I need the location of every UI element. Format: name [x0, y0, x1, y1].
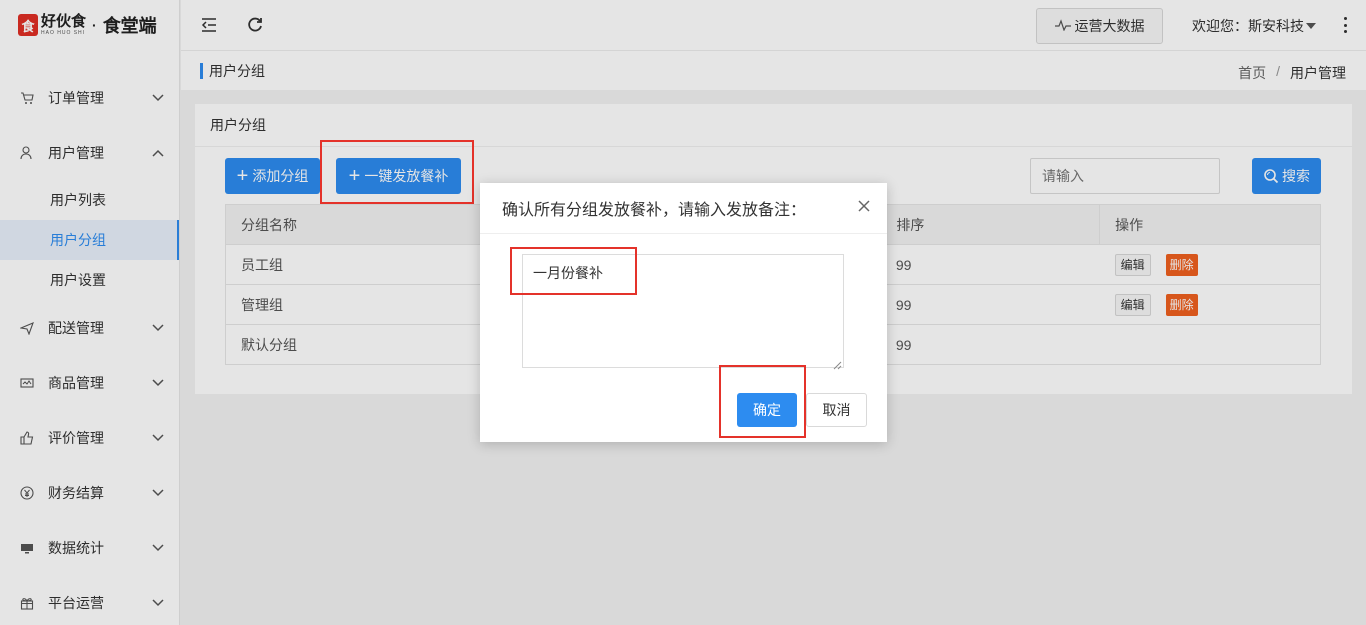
cancel-button[interactable]: 取消	[806, 393, 867, 427]
resize-grip-icon[interactable]	[833, 357, 842, 370]
dialog-header: 确认所有分组发放餐补，请输入发放备注：	[480, 183, 887, 234]
confirm-dialog: 确认所有分组发放餐补，请输入发放备注： 一月份餐补 确定 取消	[480, 183, 887, 442]
highlight-box	[510, 247, 637, 295]
highlight-box	[719, 365, 806, 438]
dialog-title: 确认所有分组发放餐补，请输入发放备注：	[502, 202, 807, 219]
highlight-box	[320, 140, 474, 204]
close-icon[interactable]	[857, 199, 871, 213]
